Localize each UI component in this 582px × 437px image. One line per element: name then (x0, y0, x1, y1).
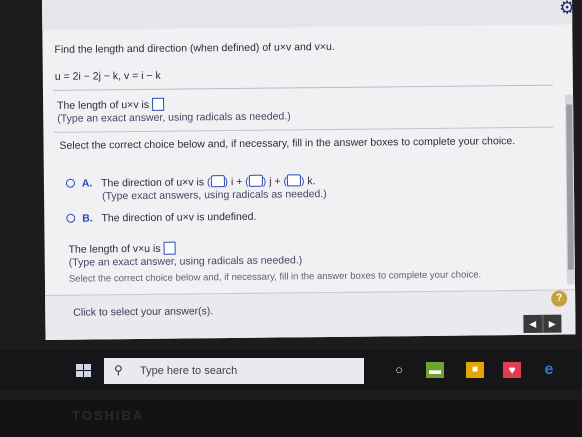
task-view-icon[interactable]: ▬ (426, 362, 444, 378)
heart-app-icon[interactable]: ♥ (503, 362, 521, 378)
choice-instruction-2: Select the correct choice below and, if … (68, 269, 482, 285)
question-title: Find the length and direction (when defi… (54, 40, 335, 56)
direction-j-input[interactable] (248, 174, 263, 187)
scrollbar[interactable] (565, 94, 576, 285)
length-vxu-hint: (Type an exact answer, using radicals as… (68, 254, 303, 269)
taskbar-search[interactable]: ⚲ Type here to search (104, 358, 364, 384)
select-answer-instruction: Click to select your answer(s). (73, 305, 214, 319)
option-b-text: The direction of u×v is undefined. (101, 210, 257, 225)
length-vxu-input[interactable] (163, 241, 176, 255)
brand-logo: TOSHIBA (72, 408, 145, 423)
gear-icon[interactable]: ⚙ (556, 0, 578, 19)
next-button[interactable]: ▶ (543, 315, 562, 333)
choice-instruction: Select the correct choice below and, if … (59, 135, 516, 152)
option-b-letter: B. (82, 212, 93, 225)
direction-k-label: k. (307, 175, 316, 188)
option-a-hint: (Type exact answers, using radicals as n… (101, 188, 327, 203)
direction-i-input[interactable] (210, 175, 225, 188)
option-a[interactable]: A. The direction of u×v is () i + () j +… (65, 174, 316, 190)
direction-j-label: j + (269, 175, 281, 188)
direction-i-label: i + (230, 175, 243, 189)
length-uxv-row: The length of u×v is (57, 97, 165, 112)
search-icon: ⚲ (114, 363, 123, 377)
option-a-text: The direction of u×v is (101, 176, 205, 190)
scrollbar-thumb[interactable] (566, 104, 574, 270)
taskbar: ⚲ Type here to search ○ ▬ ■ ♥ e (0, 350, 582, 390)
length-uxv-label: The length of u×v is (57, 98, 150, 112)
search-input[interactable]: Type here to search (140, 365, 237, 377)
length-uxv-input[interactable] (151, 97, 165, 111)
divider (53, 126, 554, 133)
vector-definitions: u = 2i − 2j − k, v = i − k (54, 69, 161, 83)
length-vxu-label: The length of v×u is (68, 242, 161, 256)
divider (52, 84, 553, 91)
question-panel: ⚙ Find the length and direction (when de… (42, 0, 576, 340)
prev-button[interactable]: ◀ (523, 314, 544, 333)
direction-k-input[interactable] (286, 174, 302, 187)
windows-icon[interactable] (76, 364, 92, 378)
screen: ⚙ Find the length and direction (when de… (0, 0, 582, 400)
edge-icon[interactable]: e (540, 362, 558, 378)
top-band (42, 0, 573, 30)
option-b-radio[interactable] (66, 213, 76, 223)
help-icon[interactable]: ? (551, 290, 568, 307)
question-nav: ◀ ▶ (523, 314, 562, 333)
length-vxu-row: The length of v×u is (68, 241, 176, 256)
length-uxv-hint: (Type an exact answer, using radicals as… (57, 110, 291, 125)
option-a-radio[interactable] (65, 178, 75, 188)
option-b[interactable]: B. The direction of u×v is undefined. (66, 211, 256, 225)
option-a-letter: A. (81, 177, 93, 190)
laptop-bezel: TOSHIBA (0, 400, 582, 437)
store-icon[interactable]: ■ (466, 362, 484, 378)
footer-bar: Click to select your answer(s). ? ◀ ▶ (45, 289, 576, 340)
cortana-icon[interactable]: ○ (392, 362, 406, 378)
